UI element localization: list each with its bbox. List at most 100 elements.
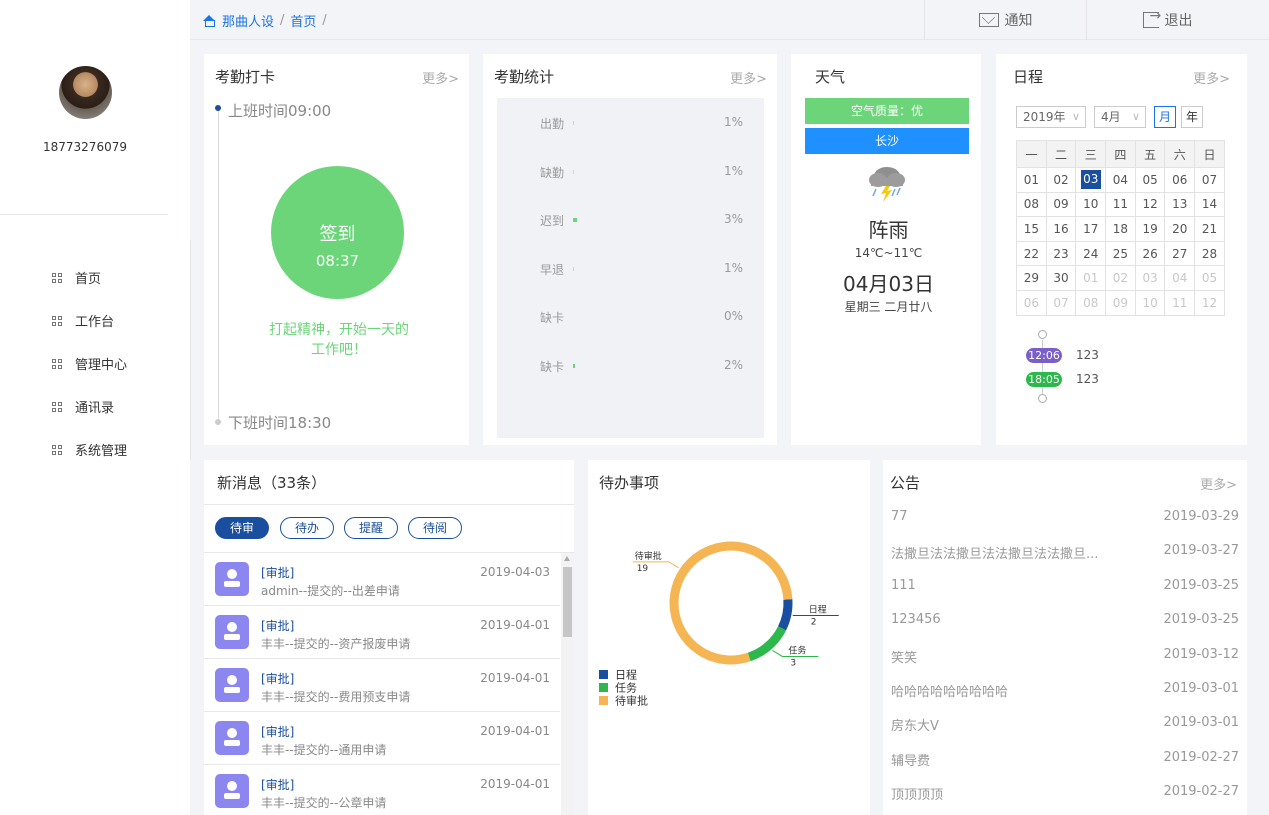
breadcrumb-root[interactable]: 那曲人设 [222,11,274,30]
calendar-day[interactable]: 02 [1045,167,1077,193]
breadcrumb-current[interactable]: 首页 [290,11,316,30]
event-text[interactable]: 123 [1076,348,1099,362]
tab-reminder[interactable]: 提醒 [344,517,398,539]
year-select[interactable]: 2019年 [1016,106,1086,128]
stat-bar [573,218,577,222]
legend-label-0[interactable]: 日程 [615,669,637,682]
sidebar-item-workbench[interactable]: 工作台 [52,299,127,342]
sidebar-item-contacts[interactable]: 通讯录 [52,385,127,428]
calendar-day[interactable]: 29 [1016,265,1047,291]
calendar-day[interactable]: 15 [1016,216,1047,242]
legend-swatch-2[interactable] [599,696,608,705]
schedule-card: 日程 更多> 2019年 4月 月 年 一二三四五六日0102030405060… [996,54,1247,445]
sidebar-item-system[interactable]: 系统管理 [52,428,127,471]
avatar[interactable] [59,66,112,119]
stat-bar [573,315,574,319]
legend-label-1[interactable]: 任务 [615,682,637,695]
calendar-day[interactable]: 07 [1194,167,1225,193]
message-scrollbar[interactable] [561,553,574,815]
notice-title: 辅导费 [891,753,931,769]
calendar-day[interactable]: 23 [1045,240,1077,267]
tab-pending-review[interactable]: 待审 [215,517,269,539]
calendar-day[interactable]: 04 [1105,167,1136,193]
year-view-button[interactable]: 年 [1181,106,1203,128]
calendar-day[interactable]: 09 [1045,191,1077,218]
tab-todo[interactable]: 待办 [280,517,334,539]
calendar-day[interactable]: 14 [1194,191,1225,218]
calendar-day[interactable]: 01 [1016,167,1047,193]
calendar-day[interactable]: 06 [1164,167,1196,193]
tab-to-read[interactable]: 待阅 [408,517,462,539]
sidebar-item-home[interactable]: 首页 [52,256,127,299]
stats-more-link[interactable]: 更多> [730,68,767,87]
calendar-day[interactable]: 11 [1164,289,1196,316]
notices-more-link[interactable]: 更多> [1200,474,1237,493]
sign-in-button[interactable]: 签到 08:37 [271,166,404,299]
calendar-day[interactable]: 09 [1105,289,1136,316]
scroll-up-arrow-icon[interactable] [564,556,570,561]
calendar-day[interactable]: 08 [1075,289,1107,316]
logout-label: 退出 [1164,13,1193,29]
stamp-icon [215,774,249,808]
event-time-badge: 12:06 [1026,348,1062,363]
city-badge[interactable]: 长沙 [805,128,969,154]
calendar-day[interactable]: 07 [1045,289,1077,316]
calendar-day[interactable]: 12 [1194,289,1225,316]
list-item[interactable]: [审批] admin--提交的--出差申请 2019-04-03 [204,553,560,606]
today-marker: 03 [1080,170,1101,190]
calendar-day[interactable]: 04 [1164,265,1196,291]
legend-swatch-1[interactable] [599,683,608,692]
list-item[interactable]: [审批] 丰丰--提交的--公章申请 2019-04-01 [204,765,560,815]
calendar-day[interactable]: 10 [1075,191,1107,218]
calendar-day[interactable]: 17 [1075,216,1107,242]
calendar-day[interactable]: 11 [1105,191,1136,218]
calendar-day[interactable]: 21 [1194,216,1225,242]
calendar-day[interactable]: 18 [1105,216,1136,242]
calendar-day[interactable]: 03 [1134,265,1166,291]
calendar-day[interactable]: 19 [1134,216,1166,242]
calendar-day[interactable]: 12 [1134,191,1166,218]
logout-button[interactable]: 退出 [1086,0,1248,40]
list-item[interactable]: [审批] 丰丰--提交的--通用申请 2019-04-01 [204,712,560,765]
calendar-day[interactable]: 05 [1134,167,1166,193]
calendar-day[interactable]: 01 [1075,265,1107,291]
legend-label-2[interactable]: 待审批 [615,694,648,708]
month-select[interactable]: 4月 [1094,106,1146,128]
notice-title: 法撒旦法法撒旦法法撒旦法法撒旦... [891,547,1099,563]
calendar-day[interactable]: 08 [1016,191,1047,218]
weather-temperature: 14℃~11℃ [854,246,923,260]
calendar-day[interactable]: 03 [1075,167,1107,193]
legend-swatch-0[interactable] [599,670,608,679]
attendance-stats-card: 考勤统计 更多> 出勤 1% 缺勤 1% 迟到 3% 早退 1% 缺卡 0% 缺卡 2% [483,54,777,445]
list-item[interactable]: [审批] 丰丰--提交的--费用预支申请 2019-04-01 [204,659,560,712]
calendar-day[interactable]: 16 [1045,216,1077,242]
attendance-more-link[interactable]: 更多> [422,68,459,87]
calendar-day[interactable]: 27 [1164,240,1196,267]
scrollbar-thumb[interactable] [563,567,572,637]
calendar-day[interactable]: 28 [1194,240,1225,267]
stamp-icon [215,562,249,596]
month-view-button[interactable]: 月 [1154,106,1176,128]
stat-label: 早退 [540,262,565,277]
stat-percent: 1% [724,163,744,178]
calendar-day[interactable]: 30 [1045,265,1077,291]
sidebar-item-label: 通讯录 [75,401,115,416]
calendar-day[interactable]: 20 [1164,216,1196,242]
calendar-day[interactable]: 26 [1134,240,1166,267]
event-text[interactable]: 123 [1076,372,1099,386]
donut-slice-0[interactable] [777,599,793,631]
calendar-day[interactable]: 25 [1105,240,1136,267]
schedule-more-link[interactable]: 更多> [1193,68,1230,87]
notify-button[interactable]: 通知 [924,0,1086,40]
calendar-day[interactable]: 13 [1164,191,1196,218]
list-item[interactable]: [审批] 丰丰--提交的--资产报废申请 2019-04-01 [204,606,560,659]
calendar-day[interactable]: 02 [1105,265,1136,291]
calendar-day[interactable]: 05 [1194,265,1225,291]
calendar-day[interactable]: 06 [1016,289,1047,316]
sidebar-item-management[interactable]: 管理中心 [52,342,127,385]
calendar-day[interactable]: 10 [1134,289,1166,316]
calendar-day[interactable]: 22 [1016,240,1047,267]
calendar-day[interactable]: 24 [1075,240,1107,267]
weekday-header: 二 [1045,140,1077,168]
message-date: 2019-04-03 [480,565,550,579]
